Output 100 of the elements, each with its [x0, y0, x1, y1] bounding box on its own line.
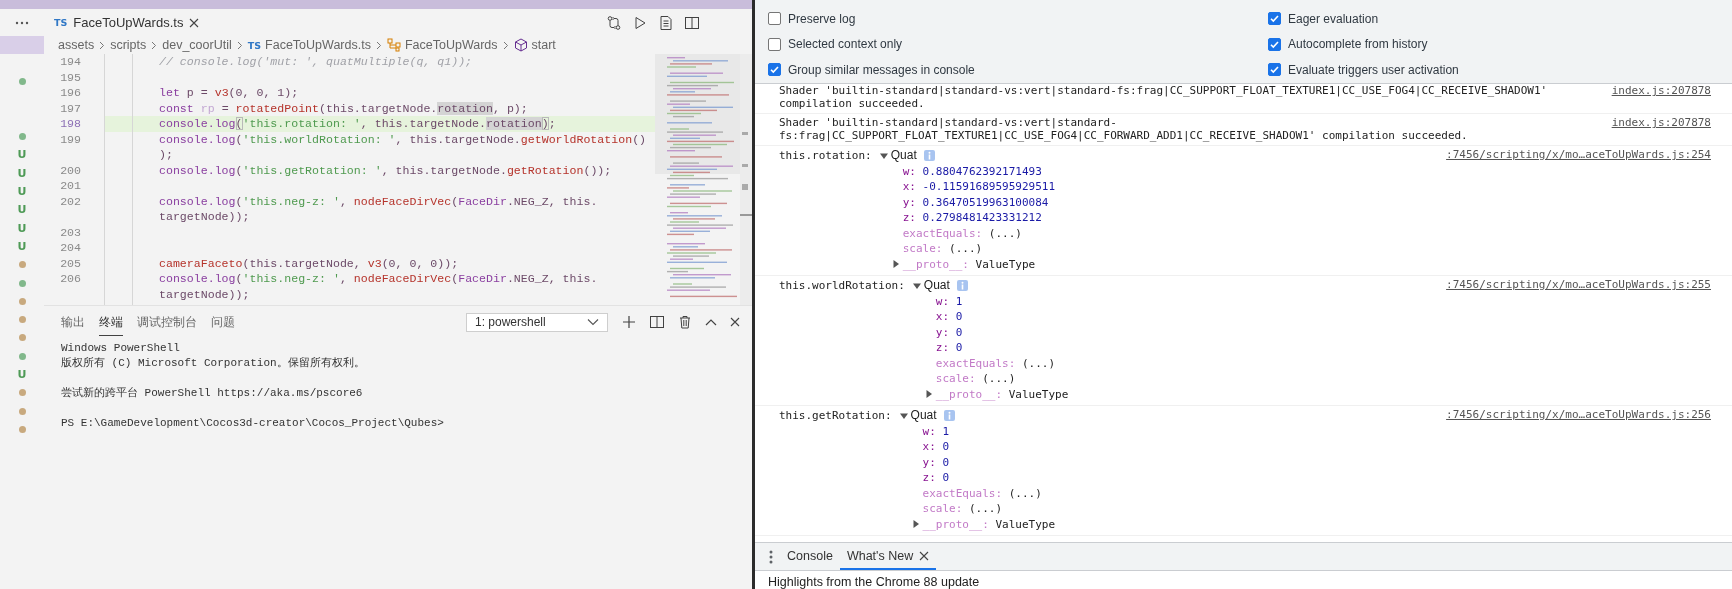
object-property: y: 0 [922, 454, 950, 470]
checkbox-label: Evaluate triggers user activation [1288, 62, 1459, 77]
panel-tab[interactable]: 调试控制台 [137, 308, 197, 336]
breadcrumb-item[interactable]: TS FaceToUpWards.ts [247, 38, 371, 52]
close-icon[interactable] [189, 17, 200, 28]
source-link[interactable]: index.js:207878 [1611, 84, 1711, 110]
checkbox[interactable] [768, 12, 781, 26]
drawer-tab[interactable]: What's New [839, 543, 937, 570]
line-number: 195 [59, 69, 81, 85]
expand-triangle-icon[interactable] [924, 390, 933, 399]
source-link[interactable]: :7456/scripting/x/mo…aceToUpWards.js:255 [1446, 278, 1711, 402]
code-line: targetNode)); [158, 209, 251, 225]
compare-changes-icon[interactable] [606, 14, 622, 31]
line-number: 206 [59, 271, 81, 287]
checkbox[interactable] [1268, 12, 1281, 26]
terminal-dropdown[interactable]: 1: powershell [466, 312, 608, 332]
code-line: console.log('this.neg-z: ', nodeFaceDirVec(FaceDir.NEG_Z, this. [158, 271, 599, 287]
code-line: let p = v3(0, 0, 1); [158, 85, 300, 101]
checkbox[interactable] [1268, 37, 1281, 51]
object-property: z: 0 [935, 340, 963, 356]
line-number: 205 [59, 255, 81, 271]
object-property: __proto__: ValueType [922, 516, 1056, 532]
line-number: 201 [59, 178, 81, 194]
chevron-icon [99, 40, 106, 50]
status-letter: U [17, 368, 27, 381]
check-icon [1270, 39, 1279, 49]
close-icon[interactable] [730, 317, 740, 327]
run-icon[interactable] [632, 14, 648, 31]
line-number: 203 [59, 224, 81, 240]
panel-tab[interactable]: 终端 [99, 308, 123, 336]
add-icon[interactable] [622, 315, 636, 329]
checkbox-label: Eager evaluation [1288, 11, 1379, 26]
object-property: z: 0 [922, 470, 950, 486]
expand-triangle-icon[interactable] [891, 260, 900, 269]
breadcrumb-item[interactable]: start [513, 38, 556, 52]
object-property: x: 0 [922, 439, 950, 455]
source-link[interactable]: :7456/scripting/x/mo…aceToUpWards.js:256 [1446, 408, 1711, 532]
panel-tab[interactable]: 输出 [61, 308, 85, 336]
expand-triangle-icon[interactable] [899, 411, 908, 420]
line-number: 197 [59, 100, 81, 116]
code-line: cameraFaceto(this.targetNode, v3(0, 0, 0)); [158, 255, 460, 271]
expand-triangle-icon[interactable] [912, 281, 921, 290]
document-icon[interactable] [658, 14, 674, 31]
more-icon[interactable] [769, 549, 773, 564]
object-property: scale: (...) [935, 371, 1016, 387]
object-property: exactEquals: (...) [935, 355, 1056, 371]
terminal-line: 版权所有 (C) Microsoft Corporation。保留所有权利。 [61, 356, 365, 371]
checkbox[interactable] [768, 63, 781, 77]
line-number: 202 [59, 193, 81, 209]
more-icon[interactable] [15, 20, 29, 25]
line-number: 200 [59, 162, 81, 178]
status-letter: U [17, 148, 27, 162]
log-label: this.rotation: [779, 148, 872, 164]
object-property: __proto__: ValueType [902, 256, 1036, 272]
checkbox[interactable] [768, 37, 781, 51]
split-icon[interactable] [649, 314, 665, 330]
source-link[interactable]: :7456/scripting/x/mo…aceToUpWards.js:254 [1446, 148, 1711, 272]
line-number: 196 [59, 85, 81, 101]
object-property: scale: (...) [902, 241, 983, 257]
drawer-text: Highlights from the Chrome 88 update [767, 574, 981, 589]
breadcrumb-item[interactable]: dev_coorUtil [162, 38, 232, 52]
code-line: ); [158, 147, 174, 163]
expand-triangle-icon[interactable] [911, 520, 920, 529]
expand-triangle-icon[interactable] [879, 151, 888, 160]
log-label: this.getRotation: [779, 408, 892, 424]
panel-tab[interactable]: 问题 [211, 308, 235, 336]
status-letter: U [17, 203, 27, 217]
source-link[interactable]: index.js:207878 [1611, 116, 1711, 142]
checkbox[interactable] [1268, 63, 1281, 77]
checkbox-label: Selected context only [788, 37, 903, 52]
object-property: w: 0.8804762392171493 [902, 163, 1042, 179]
object-type: Quat [923, 278, 950, 294]
chevron-icon [502, 40, 509, 50]
checkbox-label: Preserve log [788, 11, 856, 26]
log-label: this.worldRotation: [779, 278, 905, 294]
code-line: console.log('this.neg-z: ', nodeFaceDirVec(FaceDir.NEG_Z, this. [158, 193, 599, 209]
chevron-up-icon[interactable] [705, 318, 717, 326]
object-property: exactEquals: (...) [922, 485, 1042, 501]
cube-icon [513, 38, 528, 52]
chevron-icon [151, 40, 158, 50]
split-editor-icon[interactable] [684, 14, 700, 31]
code-line: const rp = rotatedPoint(this.targetNode.rotation, p); [158, 100, 529, 116]
terminal-line: 尝试新的跨平台 PowerShell https://aka.ms/pscore6 [61, 386, 363, 401]
close-icon[interactable] [919, 550, 930, 561]
status-letter: U [17, 185, 27, 198]
object-property: z: 0.2798481423331212 [902, 210, 1042, 226]
breadcrumb-item[interactable]: assets [58, 38, 95, 52]
drawer-tab[interactable]: Console [780, 543, 840, 570]
trash-icon[interactable] [678, 315, 692, 329]
status-letter: U [17, 221, 27, 235]
object-property: x: 0 [935, 309, 963, 325]
terminal-line: PS E:\GameDevelopment\Cocos3d-creator\Cocos_Project\Qubes> [61, 416, 444, 431]
object-property: w: 1 [935, 293, 963, 309]
object-type: Quat [910, 408, 937, 424]
breadcrumb-item[interactable]: FaceToUpWards [386, 38, 498, 52]
object-property: y: 0 [935, 324, 963, 340]
breadcrumb-item[interactable]: scripts [110, 38, 147, 52]
line-number: 199 [59, 131, 81, 147]
object-property: exactEquals: (...) [902, 225, 1022, 241]
class-icon [386, 38, 401, 52]
